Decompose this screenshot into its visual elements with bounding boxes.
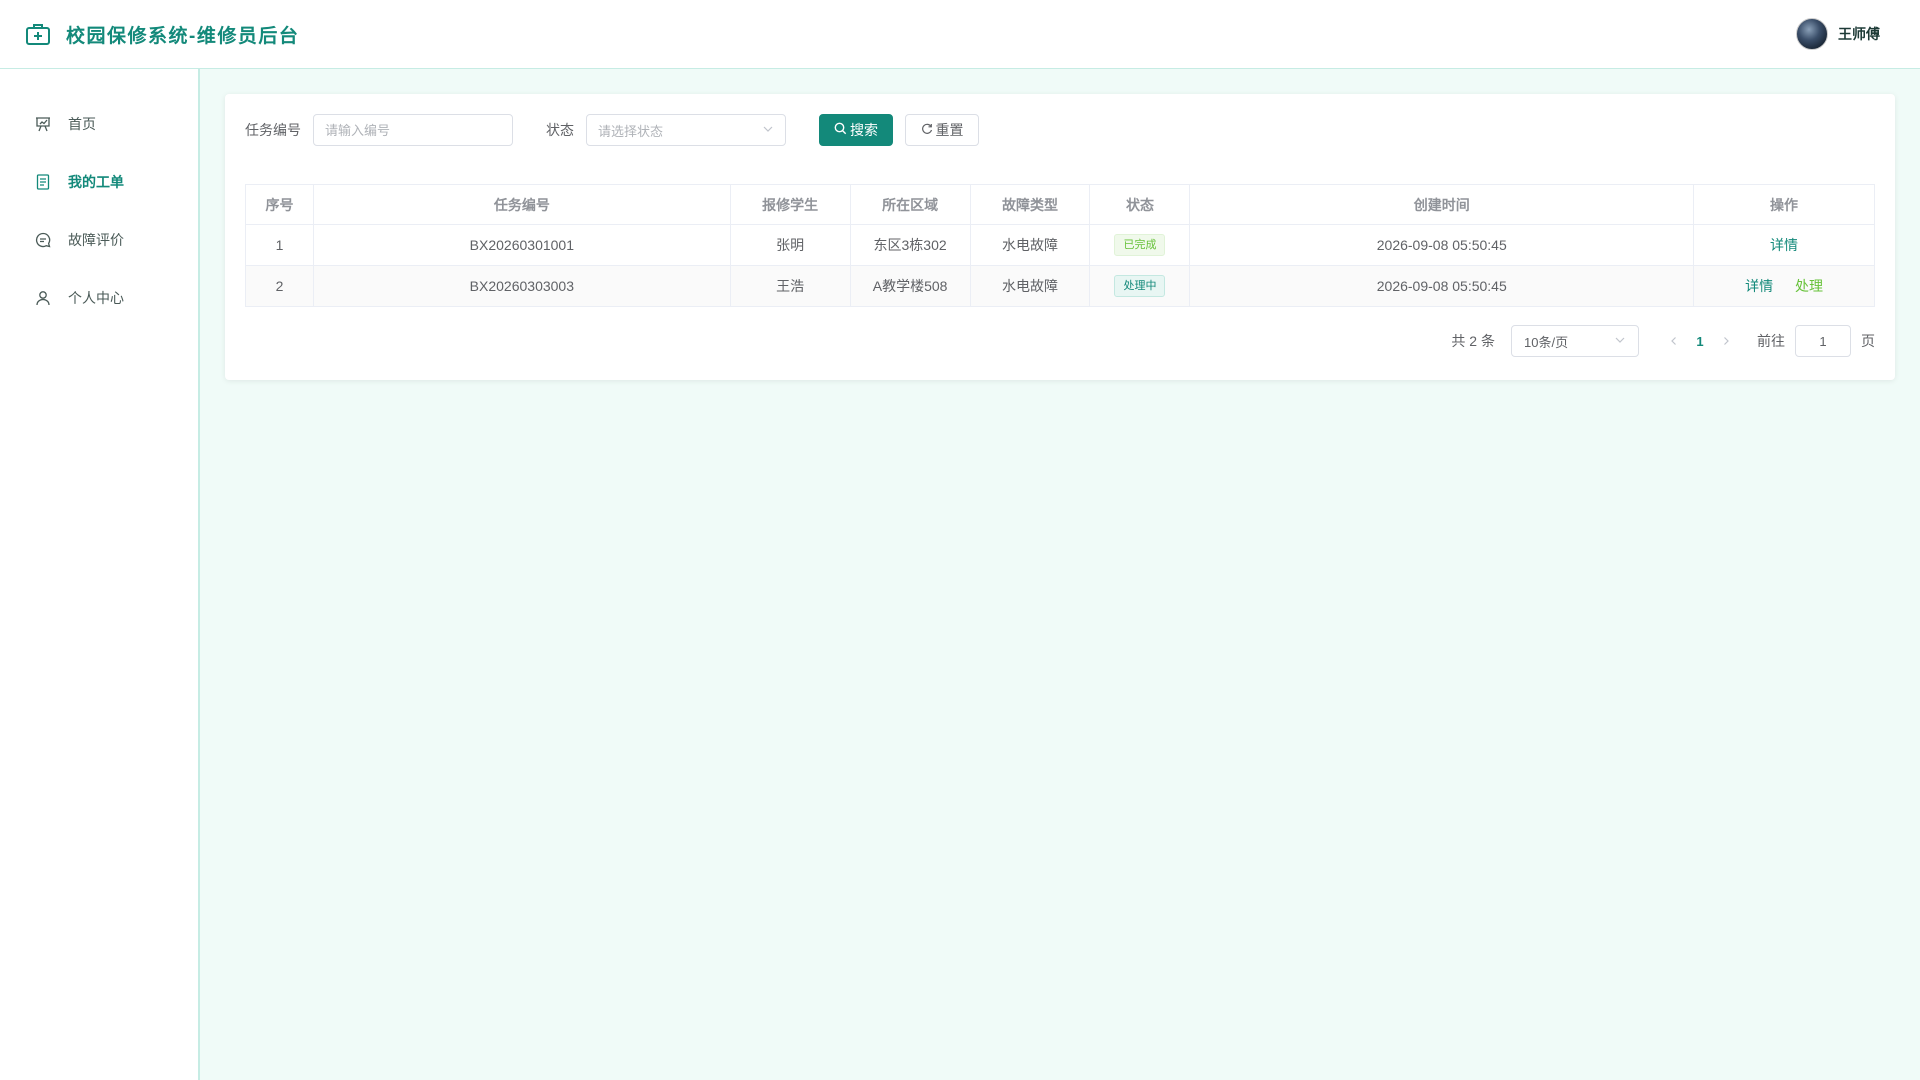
chevron-right-icon[interactable] [1715,333,1737,349]
filter-bar: 任务编号 状态 请选择状态 搜索 重置 [245,114,1875,146]
status-badge: 处理中 [1114,275,1166,297]
reset-button[interactable]: 重置 [905,114,979,146]
cell-area: 东区3栋302 [849,224,971,266]
reset-button-label: 重置 [935,122,964,138]
search-button[interactable]: 搜索 [819,114,893,146]
medical-kit-icon [24,20,52,48]
handle-link[interactable]: 处理 [1795,278,1823,294]
chevron-down-icon [762,123,774,138]
chat-icon [34,231,52,249]
search-button-label: 搜索 [850,122,878,138]
sidebar-item-label: 个人中心 [68,290,124,306]
top-header: 校园保修系统-维修员后台 王师傅 [0,0,1920,69]
sidebar-item-label: 故障评价 [68,232,124,248]
work-order-table: 序号 任务编号 报修学生 所在区域 故障类型 状态 创建时间 操作 1 BX20… [245,184,1875,307]
user-name[interactable]: 王师傅 [1838,24,1880,44]
column-header[interactable]: 操作 [1693,184,1875,225]
column-header[interactable]: 创建时间 [1189,184,1695,225]
task-no-label: 任务编号 [245,122,301,138]
column-header[interactable]: 序号 [245,184,314,225]
cell-fault-type: 水电故障 [969,224,1091,266]
cell-index: 1 [245,224,314,266]
task-no-input[interactable] [313,114,513,146]
work-order-card: 任务编号 状态 请选择状态 搜索 重置 序号 [225,94,1895,380]
chevron-left-icon[interactable] [1663,333,1685,349]
cell-task-no: BX20260301001 [312,224,731,266]
cell-created: 2026-09-08 05:50:45 [1189,265,1695,307]
brand: 校园保修系统-维修员后台 [24,20,299,48]
page-number[interactable]: 1 [1685,334,1715,349]
user-icon [34,289,52,307]
sidebar-item-label: 我的工单 [68,174,124,190]
cell-task-no: BX20260303003 [312,265,731,307]
detail-link[interactable]: 详情 [1745,278,1773,294]
page-size-value: 10条/页 [1524,334,1569,350]
refresh-icon [921,122,933,138]
column-header[interactable]: 故障类型 [969,184,1091,225]
column-header[interactable]: 任务编号 [312,184,731,225]
status-select-placeholder: 请选择状态 [598,123,664,139]
sidebar-item-home[interactable]: 首页 [0,95,198,153]
table-row: 1 BX20260301001 张明 东区3栋302 水电故障 已完成 2026… [245,224,1875,266]
cell-actions: 详情 处理 [1693,265,1875,307]
column-header[interactable]: 报修学生 [729,184,851,225]
sidebar: 首页 我的工单 故障评价 个人中心 [0,69,200,1080]
cell-status: 已完成 [1089,224,1191,266]
detail-link[interactable]: 详情 [1770,237,1798,253]
column-header[interactable]: 所在区域 [849,184,971,225]
presentation-icon [34,115,52,133]
sidebar-item-my-orders[interactable]: 我的工单 [0,153,198,211]
goto-label: 前往 [1757,333,1785,349]
pagination: 共 2 条 10条/页 1 前往 页 [1451,325,1875,357]
sidebar-item-fault-review[interactable]: 故障评价 [0,211,198,269]
status-label: 状态 [546,122,574,138]
pagination-total: 共 2 条 [1451,333,1495,349]
table-row: 2 BX20260303003 王浩 A教学楼508 水电故障 处理中 2026… [245,265,1875,307]
sidebar-item-label: 首页 [68,116,96,132]
search-icon [834,122,847,138]
cell-area: A教学楼508 [849,265,971,307]
status-select[interactable]: 请选择状态 [586,114,786,146]
cell-actions: 详情 [1693,224,1875,266]
cell-created: 2026-09-08 05:50:45 [1189,224,1695,266]
page-size-select[interactable]: 10条/页 [1511,325,1639,357]
cell-student: 张明 [729,224,851,266]
app-title: 校园保修系统-维修员后台 [66,25,300,47]
status-badge: 已完成 [1114,234,1166,256]
avatar[interactable] [1796,18,1828,50]
column-header[interactable]: 状态 [1089,184,1191,225]
cell-student: 王浩 [729,265,851,307]
document-icon [34,173,52,191]
chevron-down-icon [1614,334,1626,349]
cell-status: 处理中 [1089,265,1191,307]
cell-fault-type: 水电故障 [969,265,1091,307]
goto-page-input[interactable] [1795,325,1851,357]
cell-index: 2 [245,265,314,307]
page-unit-label: 页 [1861,333,1875,349]
user-menu[interactable]: 王师傅 [1796,18,1880,50]
table-header-row: 序号 任务编号 报修学生 所在区域 故障类型 状态 创建时间 操作 [245,184,1875,225]
sidebar-item-profile[interactable]: 个人中心 [0,269,198,327]
